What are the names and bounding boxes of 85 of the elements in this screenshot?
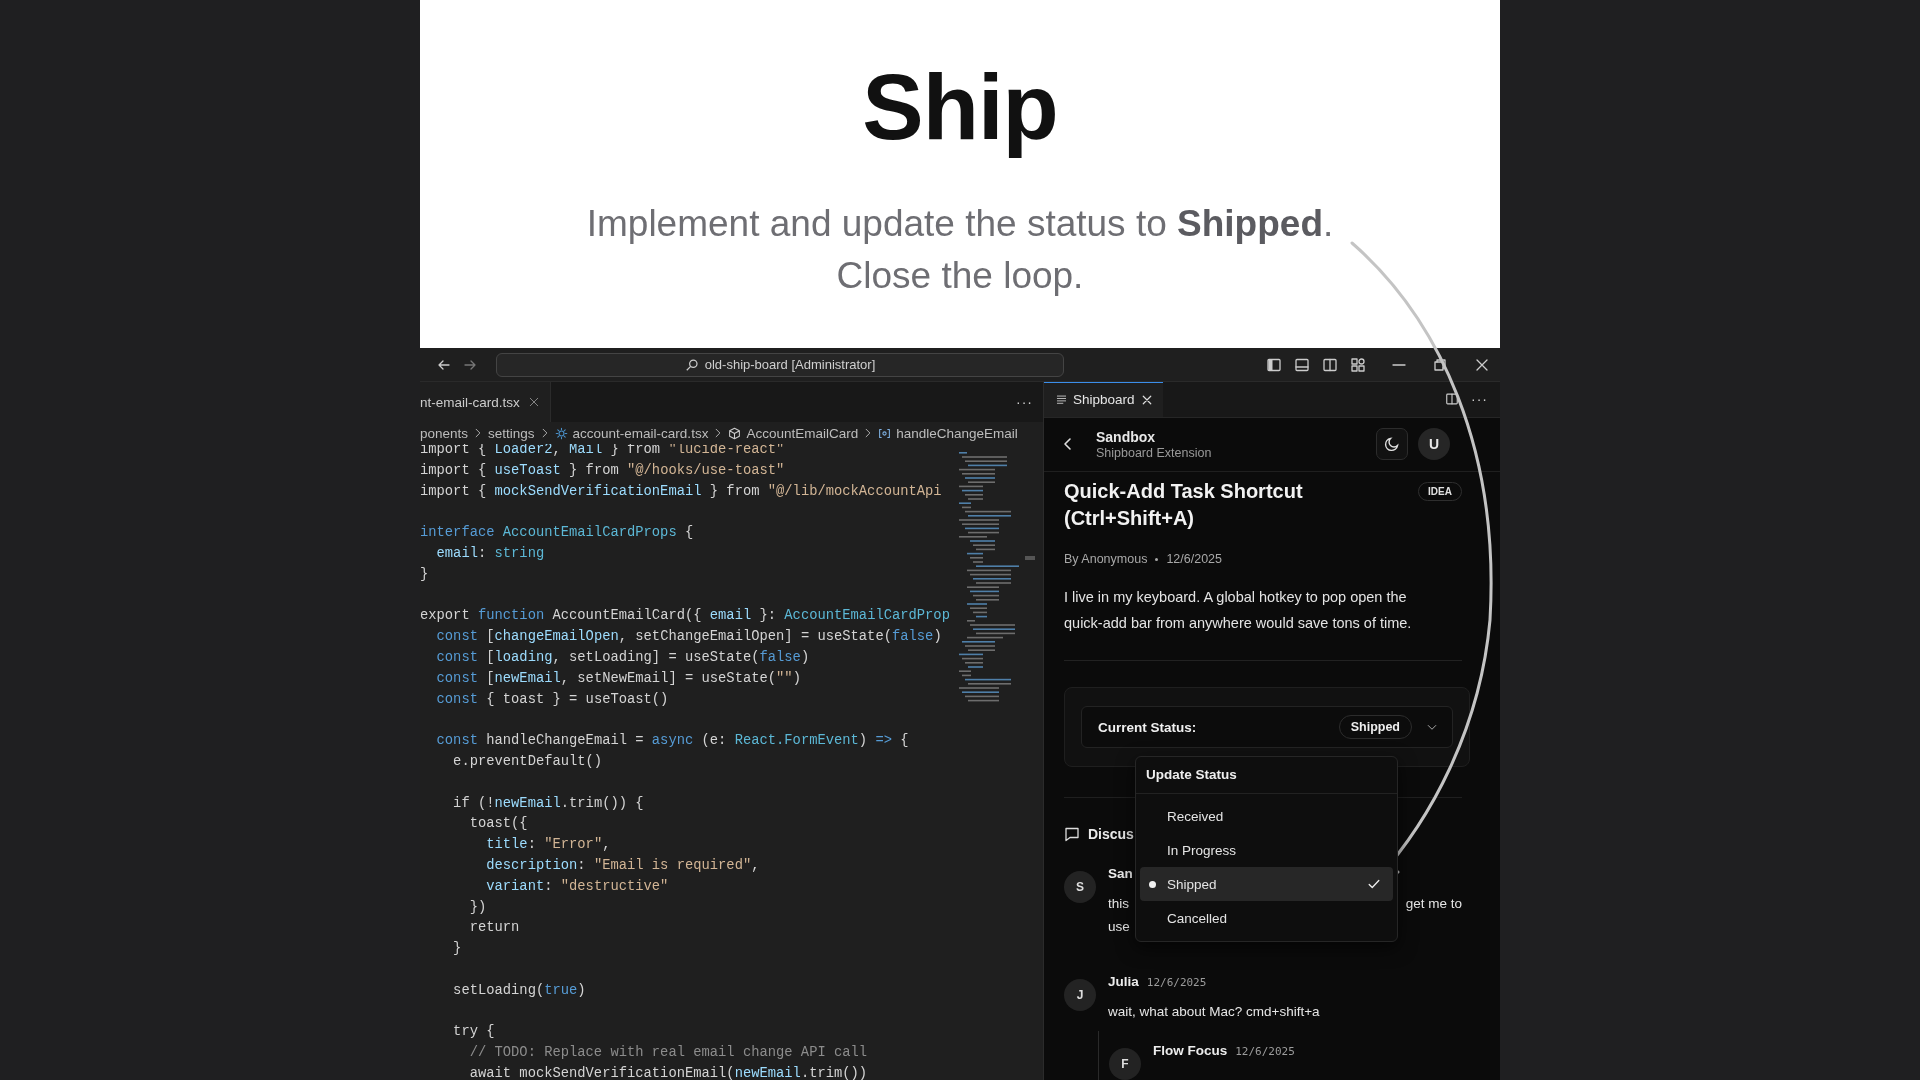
- task-description: I live in my keyboard. A global hotkey to pop open the quick-add bar from anywhere would save tons of time.: [1064, 584, 1462, 661]
- comment-text: wait, what about Mac? cmd+shift+a: [1108, 1003, 1321, 1021]
- cube-icon: [728, 426, 742, 440]
- workspace-name: Sandbox: [1096, 428, 1157, 445]
- comment-text: get me to: [1405, 895, 1462, 913]
- brackets-icon: [878, 426, 892, 440]
- code-line: try {: [452, 1023, 495, 1042]
- workspace-subtitle: Shipboard Extension: [1096, 445, 1212, 460]
- code-line: }: [452, 940, 462, 959]
- comment-date: 12/6/2025: [1146, 976, 1207, 989]
- code-line: }: [420, 565, 429, 584]
- page-title: Ship: [862, 55, 1058, 160]
- selected-dot: [1149, 881, 1156, 888]
- breadcrumb-item[interactable]: handleChangeEmail: [896, 425, 1018, 441]
- code-line: const handleChangeEmail = async (e: React.FormEvent) => {: [435, 732, 909, 751]
- status-selector[interactable]: Current Status: Shipped: [1081, 706, 1453, 748]
- check-icon: [1367, 877, 1381, 891]
- editor-tab[interactable]: nt-email-card.tsx: [420, 382, 551, 422]
- command-search-field[interactable]: old-ship-board [Administrator]: [496, 352, 1064, 377]
- comment-text: use: [1108, 918, 1130, 936]
- comment-text: this: [1108, 895, 1129, 913]
- gear-icon: [554, 426, 568, 440]
- theme-toggle-button[interactable]: [1376, 428, 1408, 461]
- layout-grid-icon: [1350, 356, 1366, 373]
- code-line: import { useToast } from "@/hooks/use-toast": [420, 461, 785, 480]
- code-line: if (!newEmail.trim()) {: [452, 794, 644, 813]
- code-line: }): [468, 898, 487, 917]
- scrollbar-thumb[interactable]: [1025, 556, 1035, 560]
- comment-avatar: J: [1064, 979, 1096, 1011]
- list-icon: [1056, 394, 1067, 406]
- code-line: // TODO: Replace with real email change API call: [468, 1044, 868, 1063]
- breadcrumb-item[interactable]: AccountEmailCard: [746, 425, 859, 441]
- chat-bubble-icon: [1064, 826, 1080, 842]
- menu-option[interactable]: Received: [1140, 799, 1393, 833]
- back-icon: [1062, 437, 1074, 452]
- task-title: Quick-Add Task Shortcut (Ctrl+Shift+A): [1064, 479, 1304, 531]
- menu-option[interactable]: Cancelled: [1140, 901, 1393, 935]
- menu-title: Update Status: [1136, 757, 1397, 794]
- moon-icon: [1384, 436, 1400, 453]
- subtitle: Implement and update the status to Shipped.: [586, 202, 1334, 246]
- search-icon: [684, 357, 699, 372]
- code-line: export function AccountEmailCard({ email }: AccountEmailCardProp: [420, 607, 950, 626]
- code-line: description: "Email is required",: [485, 856, 760, 875]
- comment-avatar: S: [1064, 871, 1096, 903]
- panel-tab[interactable]: Shipboard: [1044, 382, 1163, 417]
- more-actions-button[interactable]: ···: [1016, 394, 1033, 410]
- code-line: setLoading(true): [452, 981, 586, 1000]
- split-layout-icon: [1322, 356, 1338, 373]
- close-icon: [527, 396, 540, 408]
- comment-author: Flow Focus: [1153, 1043, 1228, 1058]
- user-avatar[interactable]: U: [1418, 428, 1450, 461]
- minimize-icon: [1392, 363, 1406, 366]
- panel-toggle-icon: [1294, 356, 1310, 373]
- comment-avatar: F: [1109, 1048, 1141, 1080]
- menu-option[interactable]: In Progress: [1140, 833, 1393, 867]
- code-line: const [changeEmailOpen, setChangeEmailOpen] = useState(false): [435, 628, 942, 647]
- comment-author: Julia: [1108, 974, 1139, 989]
- discussion-heading: Discus: [1088, 826, 1134, 842]
- breadcrumb-item[interactable]: settings: [488, 425, 535, 441]
- menu-option[interactable]: Shipped: [1140, 867, 1393, 901]
- code-line: e.preventDefault(): [452, 752, 603, 771]
- comment-author: San: [1108, 866, 1133, 881]
- task-date: 12/6/2025: [1166, 552, 1222, 566]
- close-icon: [1140, 393, 1153, 406]
- separator-dot: [1155, 557, 1159, 561]
- code-line: email: string: [435, 545, 545, 563]
- code-line: import { mockSendVerificationEmail } from "@/lib/mockAccountApi: [420, 482, 942, 501]
- breadcrumb-item[interactable]: ponents: [420, 425, 469, 441]
- sidebar-toggle-icon: [1266, 356, 1282, 373]
- code-line: const [loading, setLoading] = useState(false): [435, 648, 810, 667]
- restore-icon: [1432, 356, 1448, 373]
- comment-date: 12/6/2025: [1235, 1045, 1295, 1058]
- more-actions-button[interactable]: ···: [1471, 391, 1488, 408]
- task-author: By Anonymous: [1064, 552, 1148, 566]
- split-editor-icon: [1445, 392, 1459, 407]
- code-line: const { toast } = useToast(): [435, 690, 669, 709]
- code-line: title: "Error",: [485, 836, 611, 855]
- code-line: return: [468, 919, 520, 938]
- subtitle: Close the loop.: [836, 254, 1084, 298]
- code-line: interface AccountEmailCardProps {: [420, 524, 694, 543]
- code-line: const [newEmail, setNewEmail] = useState(""): [435, 669, 801, 688]
- breadcrumb-item[interactable]: account-email-card.tsx: [572, 425, 709, 441]
- code-line: toast({: [468, 815, 528, 834]
- code-line: await mockSendVerificationEmail(newEmail.trim()): [468, 1064, 868, 1080]
- code-line: variant: "destructive": [485, 877, 669, 896]
